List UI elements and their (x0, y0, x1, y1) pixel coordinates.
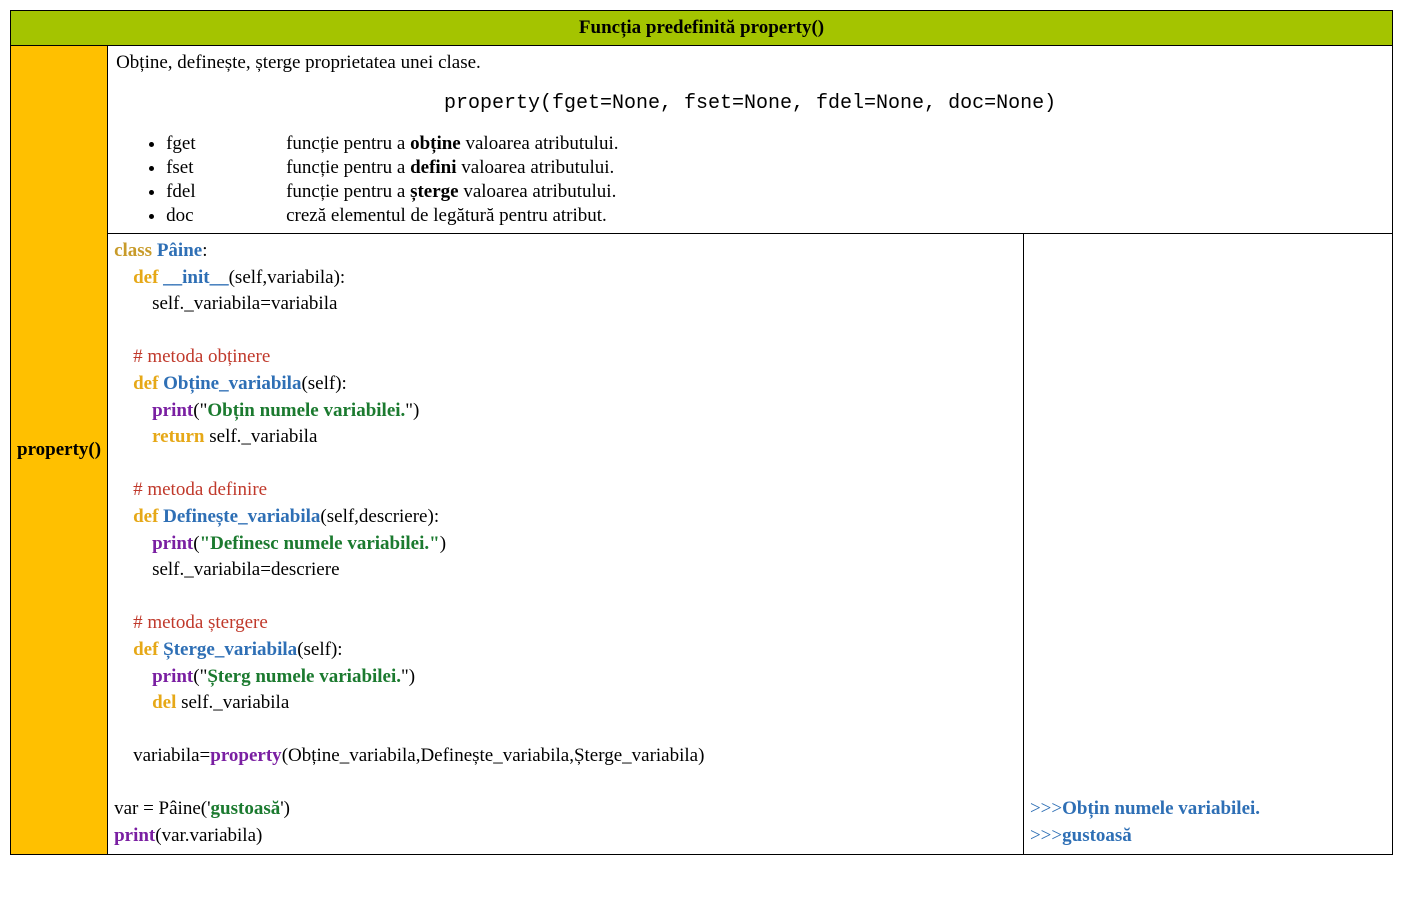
code-cell: class Pâine: def __init__(self,variabila… (108, 234, 1024, 855)
param-list: fgetfuncție pentru a obține valoarea atr… (116, 133, 1384, 227)
header-row: Funcția predefinită property() (11, 11, 1393, 46)
content-row-2: class Pâine: def __init__(self,variabila… (11, 234, 1393, 855)
function-label: property() (11, 46, 108, 855)
property-table: Funcția predefinită property() property(… (10, 10, 1393, 855)
header-title: Funcția predefinită property() (11, 11, 1393, 46)
output-line-2: >>>gustoasă (1030, 823, 1386, 850)
description-intro: Obține, definește, șterge proprietatea u… (116, 52, 1384, 74)
signature: property(fget=None, fset=None, fdel=None… (116, 92, 1384, 115)
description-cell: Obține, definește, șterge proprietatea u… (108, 46, 1393, 234)
param-doc: doccreză elementul de legătură pentru at… (166, 205, 1384, 227)
output-line-1: >>>Obțin numele variabilei. (1030, 796, 1386, 823)
output-cell: >>>Obțin numele variabilei. >>>gustoasă (1023, 234, 1392, 855)
content-row-1: property() Obține, definește, șterge pro… (11, 46, 1393, 234)
param-fdel: fdelfuncție pentru a șterge valoarea atr… (166, 181, 1384, 203)
param-fget: fgetfuncție pentru a obține valoarea atr… (166, 133, 1384, 155)
param-fset: fsetfuncție pentru a defini valoarea atr… (166, 157, 1384, 179)
